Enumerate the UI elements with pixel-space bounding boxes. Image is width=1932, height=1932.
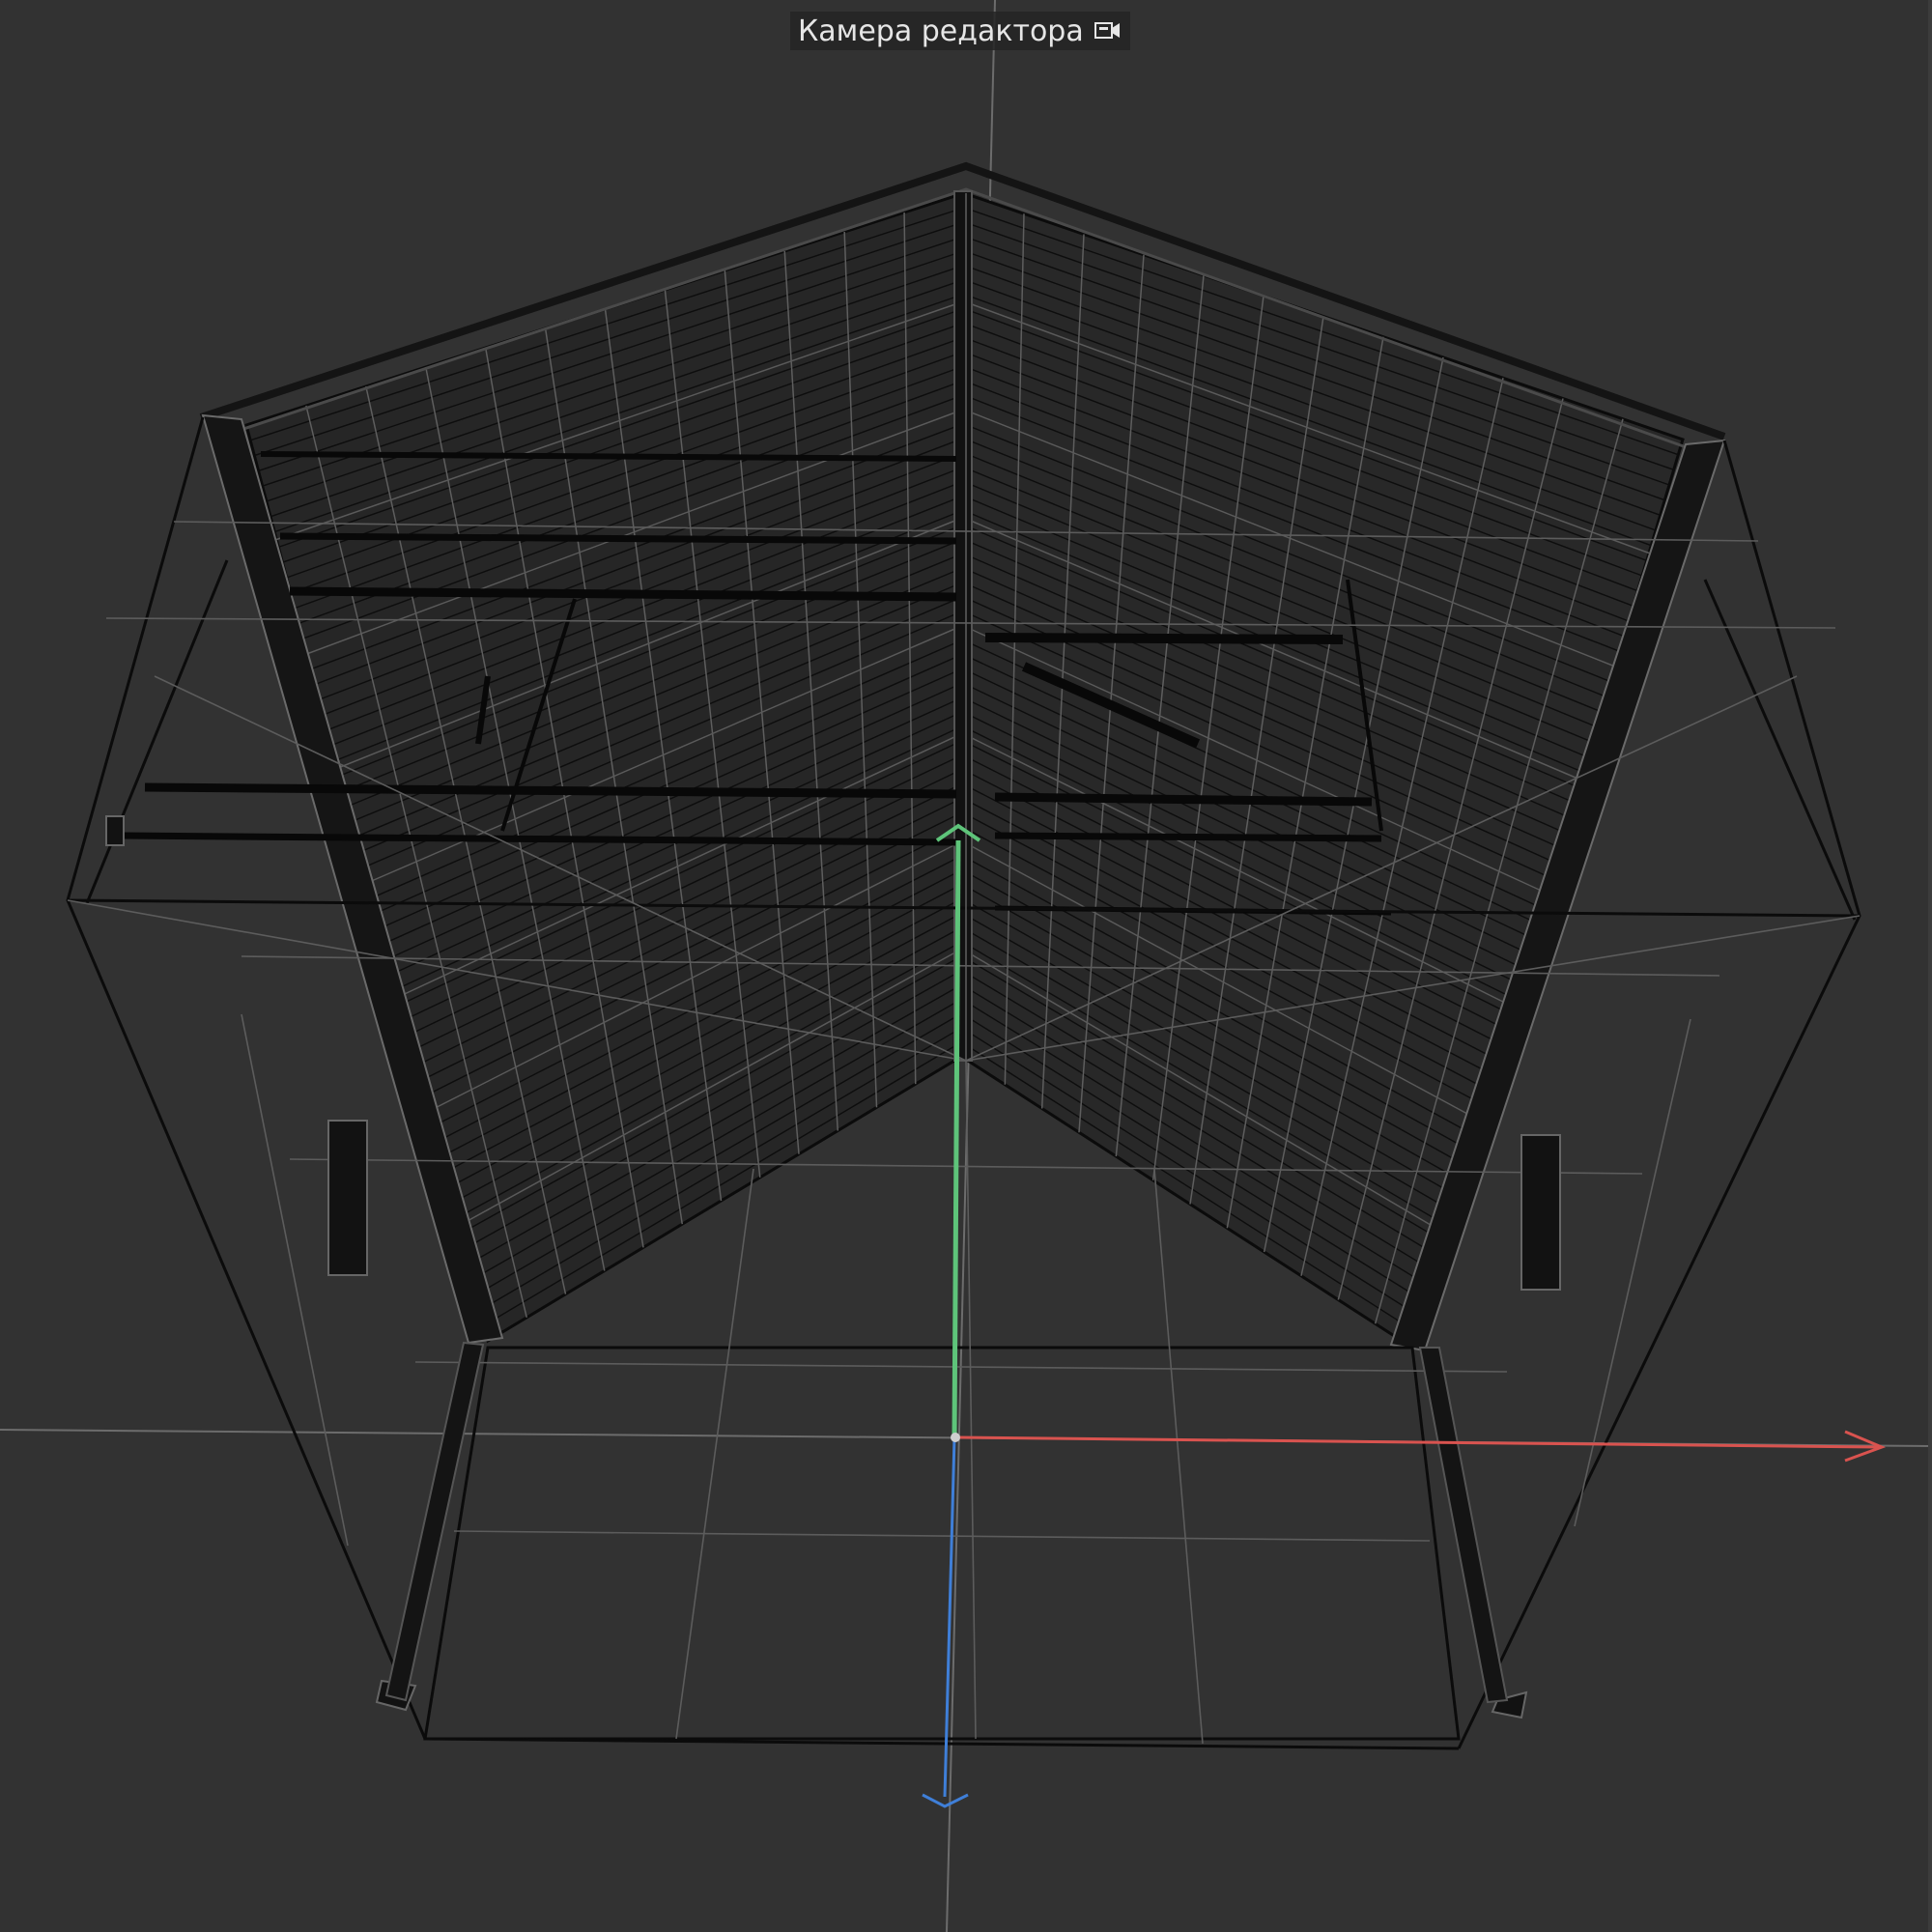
- camera-icon: [1094, 18, 1122, 43]
- front-posts: [384, 1341, 1509, 1704]
- camera-label-text: Камера редактора: [798, 14, 1084, 48]
- floor-outline: [423, 1346, 1461, 1741]
- axis-origin[interactable]: [951, 1433, 960, 1442]
- camera-label[interactable]: Камера редактора: [790, 12, 1130, 50]
- axis-x-line[interactable]: [955, 1435, 1880, 1449]
- 3d-viewport[interactable]: Камера редактора: [0, 0, 1932, 1932]
- wireframe-scene[interactable]: [0, 0, 1932, 1932]
- viewport-right-border: [1928, 0, 1932, 1932]
